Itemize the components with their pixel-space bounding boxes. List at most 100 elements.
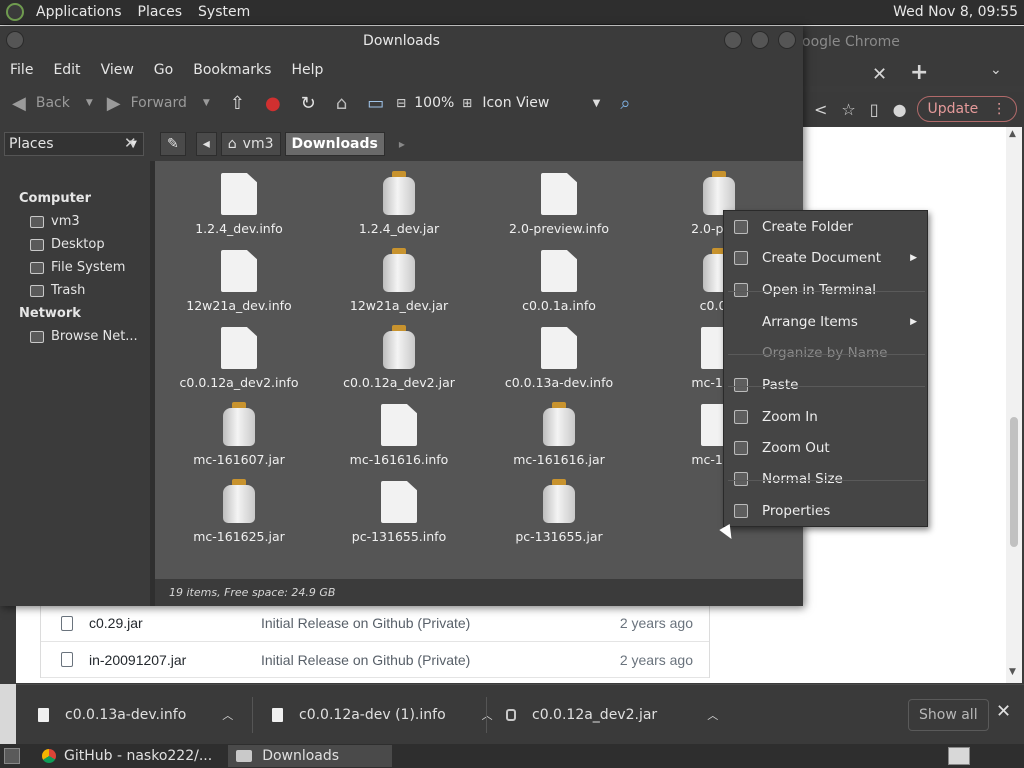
download-item[interactable]: c0.0.12a_dev2.jar ︿ (506, 703, 718, 727)
close-shelf-icon[interactable]: ✕ (996, 701, 1011, 722)
document-icon (541, 250, 577, 292)
back-button[interactable]: ◀ Back ▼ (12, 93, 93, 114)
download-item[interactable]: c0.0.12a-dev (1).info ︿ (272, 703, 493, 727)
menu-file[interactable]: File (0, 62, 43, 78)
breadcrumb-right-icon[interactable]: ▸ (399, 137, 405, 151)
window-titlebar[interactable]: Downloads (0, 26, 803, 56)
system-menu[interactable]: System (190, 4, 258, 20)
file-item[interactable]: c0.0.13a-dev.info (479, 318, 639, 395)
show-all-button[interactable]: Show all (908, 699, 989, 731)
file-item[interactable]: pc-131655.jar (479, 472, 639, 549)
taskbar-item-chrome[interactable]: GitHub - nasko222/... (34, 745, 220, 767)
breadcrumb-downloads[interactable]: Downloads (284, 132, 385, 156)
close-icon[interactable] (778, 31, 796, 49)
bookmark-star-icon[interactable]: ☆ (841, 100, 855, 119)
sidebar-type-combo[interactable]: Places ▼ (4, 132, 144, 156)
menu-item-arrange-items[interactable]: Arrange Items ▶ (724, 307, 927, 337)
menu-go[interactable]: Go (144, 62, 183, 78)
chrome-update-button[interactable]: Update ⋮ (916, 96, 1018, 122)
sidebar-item-desktop[interactable]: Desktop (0, 233, 150, 256)
breadcrumb-left-icon[interactable]: ◂ (195, 132, 217, 156)
menu-edit[interactable]: Edit (43, 62, 90, 78)
tab-close-icon[interactable]: ✕ (872, 64, 887, 85)
menu-bookmarks[interactable]: Bookmarks (183, 62, 281, 78)
file-name-link[interactable]: in-20091207.jar (89, 652, 261, 668)
edit-location-icon[interactable]: ✎ (160, 132, 186, 156)
menu-item-zoom-out[interactable]: Zoom Out (724, 433, 927, 463)
forward-button[interactable]: ▶ Forward ▼ (107, 93, 210, 114)
file-name: 2.0-preview.info (509, 221, 609, 236)
side-panel-icon[interactable]: ▯ (870, 100, 879, 119)
menu-item-zoom-in[interactable]: Zoom In (724, 402, 927, 432)
zoom-out-icon[interactable]: ⊟ (396, 96, 406, 110)
menu-help[interactable]: Help (281, 62, 333, 78)
menu-item-paste[interactable]: Paste (724, 370, 927, 400)
mate-logo-icon[interactable] (6, 3, 24, 21)
menu-item-normal-size[interactable]: Normal Size (724, 464, 927, 494)
file-item[interactable]: pc-131655.info (319, 472, 479, 549)
scrollbar-thumb[interactable] (1010, 417, 1018, 547)
chevron-up-icon[interactable]: ︿ (222, 707, 233, 723)
menu-item-create-document[interactable]: Create Document ▶ (724, 243, 927, 273)
menu-item-properties[interactable]: Properties (724, 496, 927, 526)
menu-view[interactable]: View (91, 62, 144, 78)
go-up-icon[interactable]: ⇧ (230, 93, 245, 114)
scroll-down-icon[interactable]: ▼ (1009, 667, 1016, 677)
chevron-up-icon[interactable]: ︿ (482, 707, 493, 723)
sidebar-item-file-system[interactable]: File System (0, 256, 150, 279)
file-item[interactable]: 1.2.4_dev.info (159, 164, 319, 241)
zoom-level[interactable]: 100% (414, 95, 454, 111)
download-item[interactable]: c0.0.13a-dev.info ︿ (38, 703, 233, 727)
tab-list-chevron-icon[interactable]: ⌄ (990, 62, 1002, 78)
scroll-up-icon[interactable]: ▲ (1009, 129, 1016, 139)
stop-icon[interactable]: ● (265, 93, 281, 114)
table-row[interactable]: in-20091207.jar Initial Release on Githu… (41, 641, 709, 678)
back-history-icon[interactable]: ▼ (86, 98, 93, 108)
file-item[interactable]: mc-161616.info (319, 395, 479, 472)
search-icon[interactable]: ⌕ (620, 93, 630, 114)
maximize-icon[interactable] (751, 31, 769, 49)
file-item[interactable]: mc-161625.jar (159, 472, 319, 549)
file-item[interactable]: 1.2.4_dev.jar (319, 164, 479, 241)
menu-item-open-in-terminal[interactable]: Open in Terminal (724, 275, 927, 305)
places-menu[interactable]: Places (130, 4, 191, 20)
breadcrumb-vm3[interactable]: ⌂ vm3 (220, 132, 281, 156)
zoom-in-icon[interactable]: ⊞ (462, 96, 472, 110)
new-tab-icon[interactable]: + (910, 60, 928, 85)
menu-item-create-folder[interactable]: Create Folder (724, 212, 927, 242)
file-item[interactable]: c0.0.1a.info (479, 241, 639, 318)
show-desktop-icon[interactable] (4, 748, 20, 764)
forward-history-icon[interactable]: ▼ (203, 98, 210, 108)
document-icon (541, 173, 577, 215)
file-name-link[interactable]: c0.29.jar (89, 615, 261, 631)
computer-icon[interactable]: ▭ (367, 93, 384, 114)
sidebar-item-vm3[interactable]: vm3 (0, 210, 150, 233)
file-item[interactable]: 2.0-preview.info (479, 164, 639, 241)
file-item[interactable]: 12w21a_dev.info (159, 241, 319, 318)
panel-clock[interactable]: Wed Nov 8, 09:55 (893, 4, 1024, 20)
sidebar-item-trash[interactable]: Trash (0, 279, 150, 302)
chevron-up-icon[interactable]: ︿ (707, 707, 718, 723)
close-sidebar-icon[interactable]: ✕ (124, 134, 137, 152)
file-item[interactable]: mc-161607.jar (159, 395, 319, 472)
applications-menu[interactable]: Applications (28, 4, 130, 20)
commit-message-link[interactable]: Initial Release on Github (Private) (261, 615, 591, 631)
workspace-switcher[interactable] (948, 747, 970, 765)
sidebar-item-browse-network[interactable]: Browse Net... (0, 325, 150, 348)
file-item[interactable]: mc-161616.jar (479, 395, 639, 472)
chrome-scrollbar[interactable]: ▲ ▼ (1006, 127, 1022, 683)
minimize-icon[interactable] (724, 31, 742, 49)
taskbar-item-downloads[interactable]: Downloads (228, 745, 393, 767)
share-icon[interactable]: < (814, 100, 827, 119)
file-item[interactable]: 12w21a_dev.jar (319, 241, 479, 318)
profile-avatar-icon[interactable]: ● (893, 100, 907, 119)
file-icon-view[interactable]: 1.2.4_dev.info 1.2.4_dev.jar 2.0-preview.i… (155, 161, 803, 579)
reload-icon[interactable]: ↻ (301, 93, 316, 114)
commit-message-link[interactable]: Initial Release on Github (Private) (261, 652, 591, 668)
home-icon[interactable]: ⌂ (336, 93, 347, 114)
table-row[interactable]: c0.29.jar Initial Release on Github (Pri… (41, 604, 709, 641)
view-mode-combo[interactable]: Icon View ▼ (482, 95, 600, 111)
file-item[interactable]: c0.0.12a_dev2.jar (319, 318, 479, 395)
file-item[interactable]: c0.0.12a_dev2.info (159, 318, 319, 395)
back-label: Back (35, 95, 70, 111)
